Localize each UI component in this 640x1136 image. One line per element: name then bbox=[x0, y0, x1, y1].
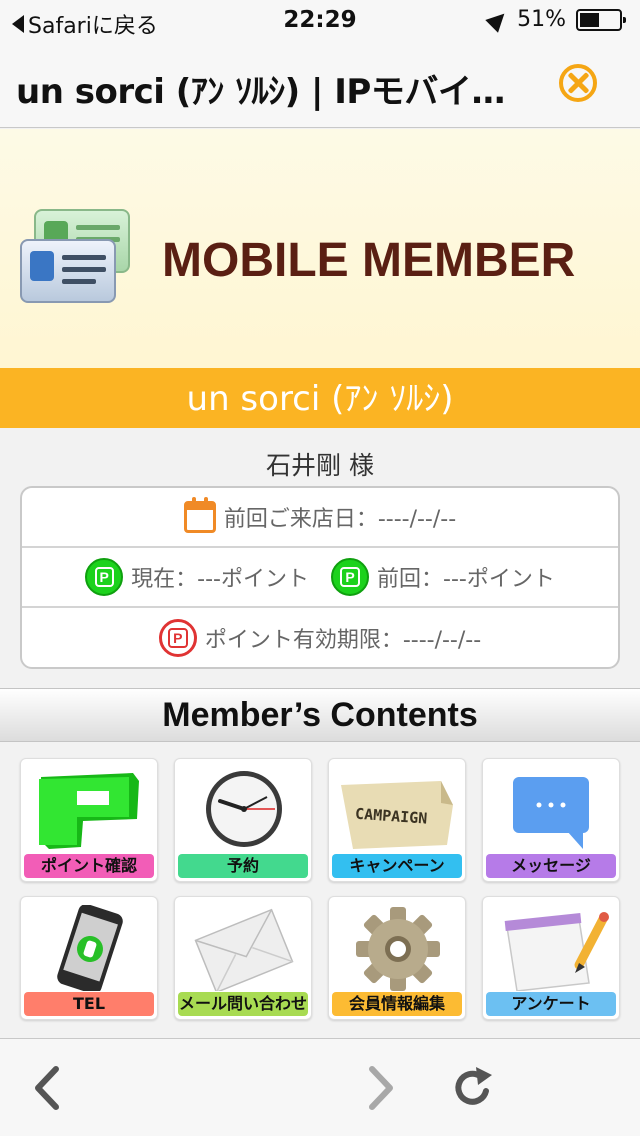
point-letter: P bbox=[168, 628, 188, 648]
contents-grid: ポイント確認 予約 CAMPAIGN キャンペーン メッセージ TEL メール問… bbox=[0, 742, 640, 1038]
campaign-icon: CAMPAIGN bbox=[329, 767, 465, 853]
card-line bbox=[62, 255, 106, 260]
members-contents-heading: Member’s Contents bbox=[0, 688, 640, 742]
tile-label: メール問い合わせ bbox=[178, 992, 308, 1016]
tile-label: ポイント確認 bbox=[24, 854, 154, 878]
tile-campaign[interactable]: CAMPAIGN キャンペーン bbox=[328, 758, 466, 882]
point-expiry-row: P ポイント有効期限：----/--/-- bbox=[22, 608, 618, 668]
calendar-icon bbox=[183, 497, 216, 533]
chevron-left-icon[interactable] bbox=[24, 1063, 74, 1113]
previous-point-icon: P bbox=[331, 558, 369, 596]
member-name: 石井剛 様 bbox=[266, 451, 374, 480]
clock-icon bbox=[175, 767, 311, 853]
tile-message[interactable]: メッセージ bbox=[482, 758, 620, 882]
points-row: P 現在：---ポイント P 前回：---ポイント bbox=[22, 548, 618, 608]
header-banner: MOBILE MEMBER bbox=[0, 129, 640, 368]
tile-member-info-edit[interactable]: 会員情報編集 bbox=[328, 896, 466, 1020]
store-name-bar: un sorci (ｱﾝ ｿﾙｼ) bbox=[0, 368, 640, 428]
page-title: un sorci (ｱﾝ ｿﾙｼ) | IPモバイ… bbox=[16, 72, 505, 112]
tile-label: アンケート bbox=[486, 992, 616, 1016]
reload-icon[interactable] bbox=[448, 1063, 498, 1113]
card-line bbox=[76, 225, 120, 230]
message-icon bbox=[483, 767, 619, 853]
browser-toolbar bbox=[0, 1038, 640, 1136]
close-icon[interactable] bbox=[559, 64, 597, 102]
previous-points-text: 前回：---ポイント bbox=[377, 567, 555, 592]
mobile-member-heading: MOBILE MEMBER bbox=[162, 234, 576, 287]
location-arrow-icon bbox=[485, 6, 511, 33]
title-bar: un sorci (ｱﾝ ｿﾙｼ) | IPモバイ… bbox=[0, 40, 640, 128]
point-letter: P bbox=[94, 567, 114, 587]
expiry-point-icon: P bbox=[158, 619, 197, 657]
battery-percent: 51% bbox=[517, 7, 566, 32]
status-bar: Safariに戻る 22:29 51% bbox=[0, 0, 640, 40]
battery-icon bbox=[576, 8, 626, 31]
tile-tel[interactable]: TEL bbox=[20, 896, 158, 1020]
status-right: 51% bbox=[485, 6, 626, 33]
tile-mail-inquiry[interactable]: メール問い合わせ bbox=[174, 896, 312, 1020]
phone-icon bbox=[21, 904, 157, 994]
tile-reservation[interactable]: 予約 bbox=[174, 758, 312, 882]
tile-survey[interactable]: アンケート bbox=[482, 896, 620, 1020]
mail-icon bbox=[175, 905, 311, 994]
last-visit-text: 前回ご来店日：----/--/-- bbox=[223, 507, 457, 532]
card-face bbox=[30, 251, 54, 281]
member-card-icon bbox=[18, 205, 140, 315]
tile-label: メッセージ bbox=[486, 854, 616, 878]
chevron-right-icon[interactable] bbox=[356, 1063, 406, 1113]
member-info-box: 前回ご来店日：----/--/-- P 現在：---ポイント P 前回：---ポ… bbox=[20, 486, 620, 669]
point-icon bbox=[21, 767, 157, 853]
current-point-icon: P bbox=[85, 558, 124, 596]
survey-icon bbox=[483, 905, 619, 992]
battery-fill bbox=[580, 12, 599, 27]
last-visit-row: 前回ご来店日：----/--/-- bbox=[22, 488, 618, 548]
member-card-front bbox=[20, 239, 116, 303]
card-line bbox=[62, 267, 106, 272]
point-letter: P bbox=[340, 567, 360, 587]
gear-icon bbox=[329, 905, 465, 991]
tile-label: TEL bbox=[24, 992, 154, 1016]
point-expiry-text: ポイント有効期限：----/--/-- bbox=[204, 628, 482, 653]
tile-label: 予約 bbox=[178, 854, 308, 878]
tile-label: 会員情報編集 bbox=[332, 992, 462, 1016]
tile-label: キャンペーン bbox=[332, 854, 462, 878]
current-points-text: 現在：---ポイント bbox=[131, 567, 309, 592]
card-line bbox=[62, 279, 96, 284]
tile-point-check[interactable]: ポイント確認 bbox=[20, 758, 158, 882]
